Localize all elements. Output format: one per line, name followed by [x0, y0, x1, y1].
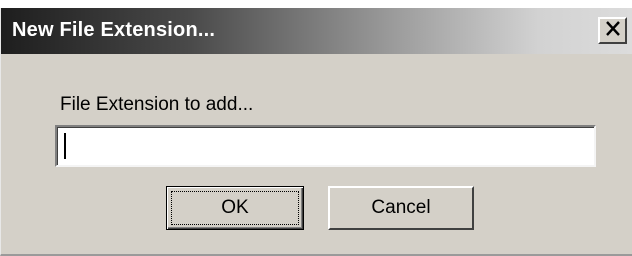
file-extension-label: File Extension to add...	[60, 94, 254, 115]
new-file-extension-dialog: New File Extension... File Extension to …	[0, 8, 632, 256]
close-button[interactable]	[598, 17, 627, 44]
window-title: New File Extension...	[12, 19, 216, 41]
close-icon	[605, 20, 621, 41]
file-extension-input[interactable]	[55, 125, 596, 167]
ok-button-label: OK	[221, 197, 249, 218]
cancel-button-label: Cancel	[371, 197, 431, 218]
title-bar[interactable]: New File Extension...	[1, 8, 632, 54]
cancel-button[interactable]: Cancel	[328, 186, 474, 230]
ok-button[interactable]: OK	[166, 186, 304, 230]
